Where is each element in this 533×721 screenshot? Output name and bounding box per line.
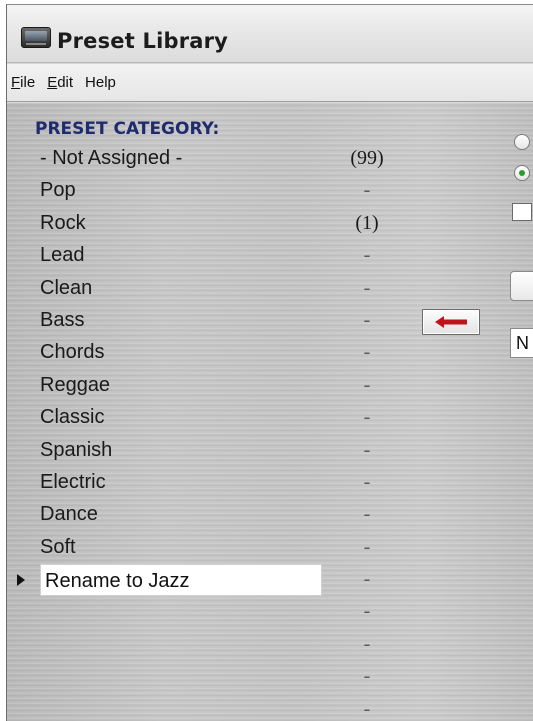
category-row-dance[interactable]: Dance - [7,499,427,531]
menu-bar: File Edit Help [7,64,533,102]
assign-to-category-button[interactable] [422,309,480,335]
category-row-spanish[interactable]: Spanish - [7,435,427,467]
category-label: Spanish [40,438,113,461]
option-radio-1[interactable] [514,134,530,150]
preset-library-window: Preset Library File Edit Help PRESET CAT… [6,4,533,721]
category-label: Dance [40,503,98,526]
category-label: Reggae [40,373,111,396]
category-count: - [363,503,371,526]
app-device-icon [21,27,51,48]
category-label: Classic [40,406,105,429]
category-row-editing[interactable]: - [7,564,427,597]
category-row-rock[interactable]: Rock (1) [7,208,427,240]
category-count: - [363,632,371,655]
name-field[interactable]: N [510,328,533,358]
category-label: - Not Assigned - [40,147,183,169]
current-row-pointer-icon [17,574,25,587]
action-button[interactable] [510,271,533,301]
category-row-pop[interactable]: Pop - [7,175,427,207]
category-count: (99) [350,147,384,169]
category-row-bass[interactable]: Bass - [7,305,427,337]
menu-file[interactable]: File [11,74,47,91]
category-count: - [363,697,371,720]
menu-edit-label: dit [57,74,74,91]
category-row-empty[interactable]: - [7,661,427,693]
title-bar[interactable]: Preset Library [7,5,533,63]
category-count: - [363,600,371,623]
window-title: Preset Library [57,29,229,53]
category-row-empty[interactable]: - [7,694,427,721]
category-count: - [363,535,371,558]
category-row-reggae[interactable]: Reggae - [7,370,427,402]
category-row-not-assigned[interactable]: - Not Assigned - (99) [7,143,427,175]
category-row-empty[interactable]: - [7,596,427,628]
category-row-chords[interactable]: Chords - [7,337,427,369]
category-row-soft[interactable]: Soft - [7,532,427,564]
category-count: - [363,179,371,202]
category-row-clean[interactable]: Clean - [7,273,427,305]
category-count: - [363,470,371,493]
category-row-lead[interactable]: Lead - [7,240,427,272]
category-label: Chords [40,341,105,364]
category-count: - [363,665,371,688]
category-count: (1) [355,211,379,234]
category-count: - [363,406,371,429]
preset-category-header: PRESET CATEGORY: [35,119,220,139]
category-list: - Not Assigned - (99) Pop - Rock (1) Lea… [7,143,427,721]
category-count: - [363,308,371,331]
category-row-classic[interactable]: Classic - [7,402,427,434]
category-label: Electric [40,470,106,493]
category-count: - [363,373,371,396]
option-checkbox[interactable] [512,203,532,221]
menu-help[interactable]: Help [85,74,128,91]
menu-edit-mnemonic: E [47,74,58,91]
category-label: Soft [40,535,76,558]
category-row-empty[interactable]: - [7,629,427,661]
category-label: Clean [40,276,93,299]
arrow-left-icon [435,316,467,328]
category-count: - [363,341,371,364]
menu-edit[interactable]: Edit [47,74,85,91]
category-count: - [363,244,371,267]
category-count: - [363,276,371,299]
category-count: - [363,438,371,461]
category-label: Bass [40,308,85,331]
menu-help-label: Help [85,74,116,91]
menu-file-label: ile [20,74,36,91]
content-panel: PRESET CATEGORY: - Not Assigned - (99) P… [7,103,533,721]
menu-file-mnemonic: F [11,74,21,91]
category-count: - [363,568,371,591]
category-row-electric[interactable]: Electric - [7,467,427,499]
category-label: Lead [40,244,85,267]
category-rename-input[interactable] [40,564,322,597]
category-label: Rock [40,211,86,234]
option-radio-2[interactable] [514,165,530,181]
category-label: Pop [40,179,76,202]
